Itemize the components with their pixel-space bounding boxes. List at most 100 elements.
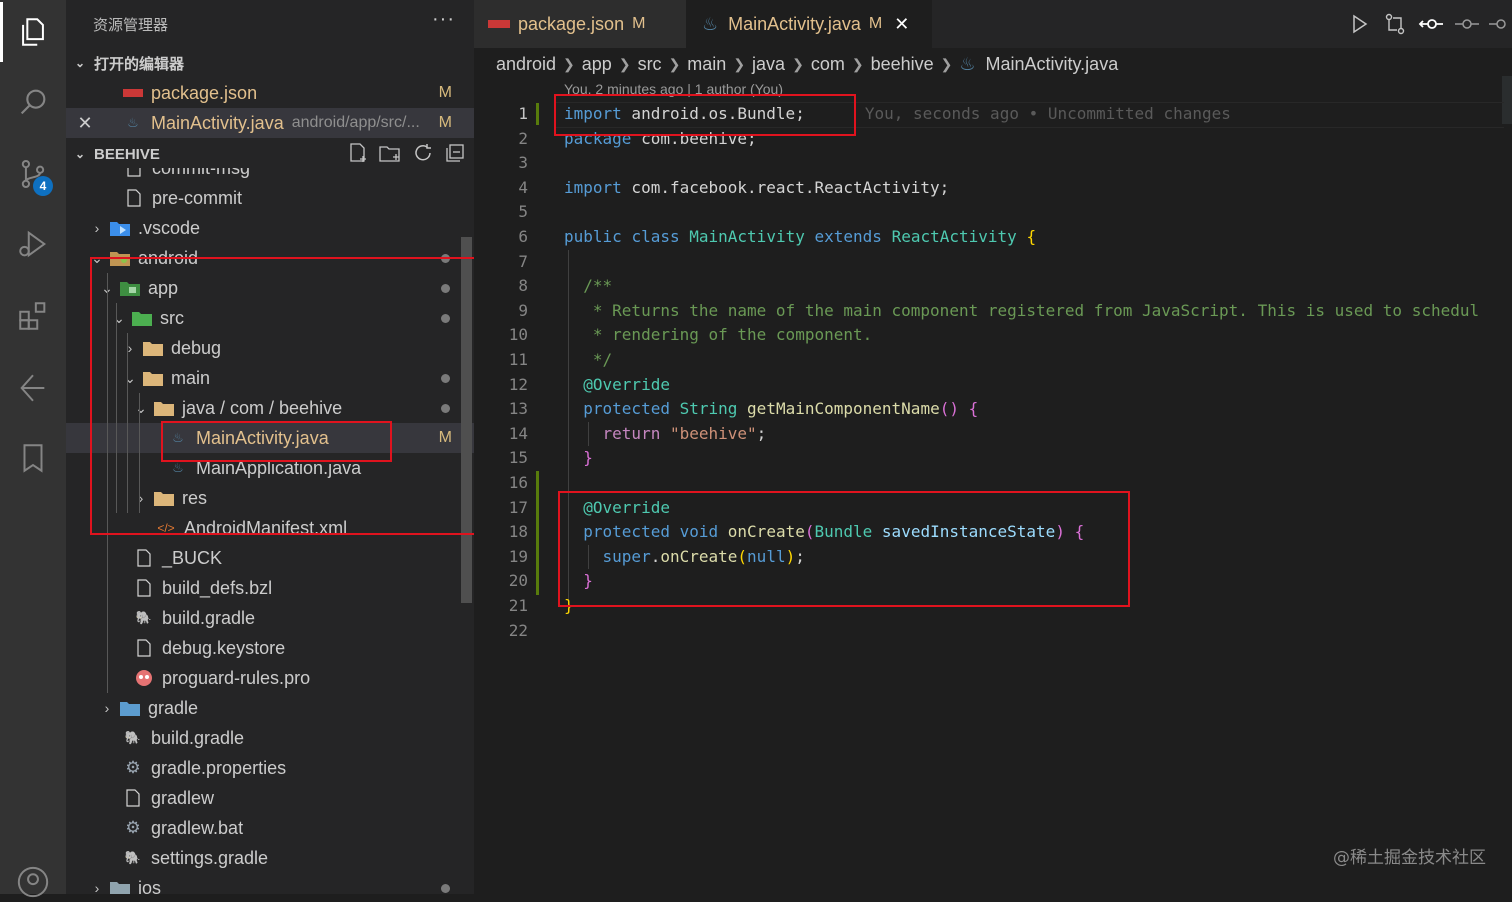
folder-open-icon — [143, 368, 163, 388]
tab-mainactivity-java[interactable]: ♨ MainActivity.java M ✕ — [686, 0, 932, 48]
file-name: proguard-rules.pro — [162, 667, 311, 688]
breadcrumb-item[interactable]: beehive — [871, 54, 934, 75]
new-folder-icon[interactable] — [378, 142, 402, 164]
tree-item[interactable]: gradlew — [66, 783, 474, 813]
tree-item[interactable]: proguard-rules.pro — [66, 663, 474, 693]
tree-item[interactable]: pre-commit — [66, 183, 474, 213]
tree-item[interactable]: 🐘 build.gradle — [66, 723, 474, 753]
tree-item[interactable]: </> AndroidManifest.xml — [66, 513, 474, 543]
code-line[interactable]: } — [564, 571, 593, 590]
code-line[interactable]: * Returns the name of the main component… — [564, 301, 1479, 320]
explorer-icon[interactable] — [13, 12, 53, 52]
code-line[interactable]: * rendering of the component. — [564, 325, 872, 344]
close-icon[interactable]: ✕ — [68, 113, 102, 134]
tree-item[interactable]: ⚙ gradle.properties — [66, 753, 474, 783]
code-line[interactable]: protected void onCreate(Bundle savedInst… — [564, 522, 1084, 541]
git-next-icon[interactable] — [1454, 12, 1480, 36]
breadcrumb-item[interactable]: android — [496, 54, 556, 75]
indent-guide — [127, 333, 128, 513]
explorer-sidebar: 资源管理器 ··· ⌄ 打开的编辑器 package.json M ✕ ♨ Ma… — [66, 0, 474, 894]
open-editor-item[interactable]: package.json M — [66, 78, 474, 108]
breadcrumb-item[interactable]: com — [811, 54, 845, 75]
file-name: build.gradle — [162, 607, 256, 628]
extensions-icon[interactable] — [13, 296, 53, 336]
compare-changes-icon[interactable] — [1382, 12, 1408, 36]
new-file-icon[interactable] — [346, 142, 370, 164]
collapse-all-icon[interactable] — [443, 142, 467, 164]
breadcrumb-item[interactable]: MainActivity.java — [986, 54, 1119, 75]
chevron-down-icon: ⌄ — [74, 147, 86, 161]
tab-package-json[interactable]: package.json M — [474, 0, 698, 48]
account-icon[interactable] — [13, 862, 53, 902]
tree-item[interactable]: commit-msg — [66, 168, 474, 183]
run-debug-icon[interactable] — [13, 224, 53, 264]
breadcrumb-item[interactable]: app — [582, 54, 612, 75]
code-line[interactable]: @Override — [564, 375, 670, 394]
tree-folder[interactable]: › gradle — [66, 693, 474, 723]
modified-dot — [441, 313, 450, 323]
tree-item[interactable]: 🐘 settings.gradle — [66, 843, 474, 873]
code-line[interactable]: return "beehive"; — [564, 424, 767, 443]
tree-item[interactable]: build_defs.bzl — [66, 573, 474, 603]
sidebar-title: 资源管理器 — [93, 17, 169, 34]
code-line[interactable]: /** — [564, 276, 612, 295]
open-editors-label: 打开的编辑器 — [94, 55, 185, 73]
indent-guide — [107, 273, 108, 693]
tree-item[interactable]: debug.keystore — [66, 633, 474, 663]
tab-label: package.json — [518, 13, 625, 34]
folder-name: main — [171, 367, 211, 388]
codelens-author[interactable]: You, 2 minutes ago | 1 author (You) — [564, 81, 783, 97]
chevron-right-icon: ❯ — [618, 55, 631, 72]
code-line[interactable]: import com.facebook.react.ReactActivity; — [564, 178, 949, 197]
java-icon: ♨ — [172, 460, 184, 475]
modified-dot — [441, 883, 450, 893]
line-number: 11 — [508, 350, 528, 369]
sidebar-scrollbar[interactable] — [461, 237, 472, 603]
breadcrumb-item[interactable]: src — [638, 54, 662, 75]
code-line[interactable]: protected String getMainComponentName() … — [564, 399, 978, 418]
code-line[interactable]: } — [564, 448, 593, 467]
gradle-folder-icon — [120, 698, 140, 718]
folder-name: .vscode — [138, 217, 201, 238]
line-number: 4 — [518, 178, 528, 197]
chevron-right-icon: ❯ — [668, 55, 681, 72]
code-line[interactable]: } — [564, 596, 574, 615]
code-line[interactable]: @Override — [564, 498, 670, 517]
file-icon — [134, 638, 154, 658]
code-line[interactable]: import android.os.Bundle; You, seconds ag… — [564, 104, 1231, 123]
code-line[interactable]: */ — [564, 350, 612, 369]
tree-folder[interactable]: › ios — [66, 873, 474, 894]
tree-item[interactable]: 🐘 build.gradle — [66, 603, 474, 633]
tree-item[interactable]: ⚙ gradlew.bat — [66, 813, 474, 843]
code-line[interactable]: public class MainActivity extends ReactA… — [564, 227, 1036, 246]
file-name: gradlew — [151, 787, 215, 808]
breadcrumb-item[interactable]: java — [752, 54, 785, 75]
tree-folder[interactable]: ⌄ src — [66, 303, 474, 333]
chevron-right-icon: ❯ — [851, 55, 864, 72]
open-editors-header[interactable]: ⌄ 打开的编辑器 — [66, 49, 474, 77]
breadcrumb-item[interactable]: main — [687, 54, 726, 75]
tree-item[interactable]: _BUCK — [66, 543, 474, 573]
tree-folder[interactable]: › .vscode — [66, 213, 474, 243]
git-history-icon[interactable] — [1488, 12, 1512, 36]
run-icon[interactable] — [1346, 12, 1372, 36]
bookmark-icon[interactable] — [13, 438, 53, 478]
open-editor-item[interactable]: ✕ ♨ MainActivity.java android/app/src/..… — [66, 108, 474, 138]
folder-name: app — [148, 277, 179, 298]
close-tab-icon[interactable]: ✕ — [894, 14, 909, 35]
tree-folder[interactable]: ⌄ app — [66, 273, 474, 303]
git-previous-icon[interactable] — [1418, 12, 1444, 36]
code-line[interactable]: package com.beehive; — [564, 129, 757, 148]
more-actions-button[interactable]: ··· — [432, 8, 455, 31]
line-number: 15 — [508, 448, 528, 467]
refresh-icon[interactable] — [411, 142, 435, 164]
chevron-down-icon: ⌄ — [91, 249, 103, 266]
tree-folder[interactable]: ⌄ android — [66, 243, 474, 273]
chevron-right-icon: › — [94, 880, 100, 894]
xml-icon: </> — [157, 521, 175, 535]
indent-guide — [139, 393, 140, 513]
code-line[interactable]: super.onCreate(null); — [564, 547, 805, 566]
remote-icon[interactable] — [13, 368, 53, 408]
line-number: 6 — [518, 227, 528, 246]
search-icon[interactable] — [13, 82, 53, 122]
